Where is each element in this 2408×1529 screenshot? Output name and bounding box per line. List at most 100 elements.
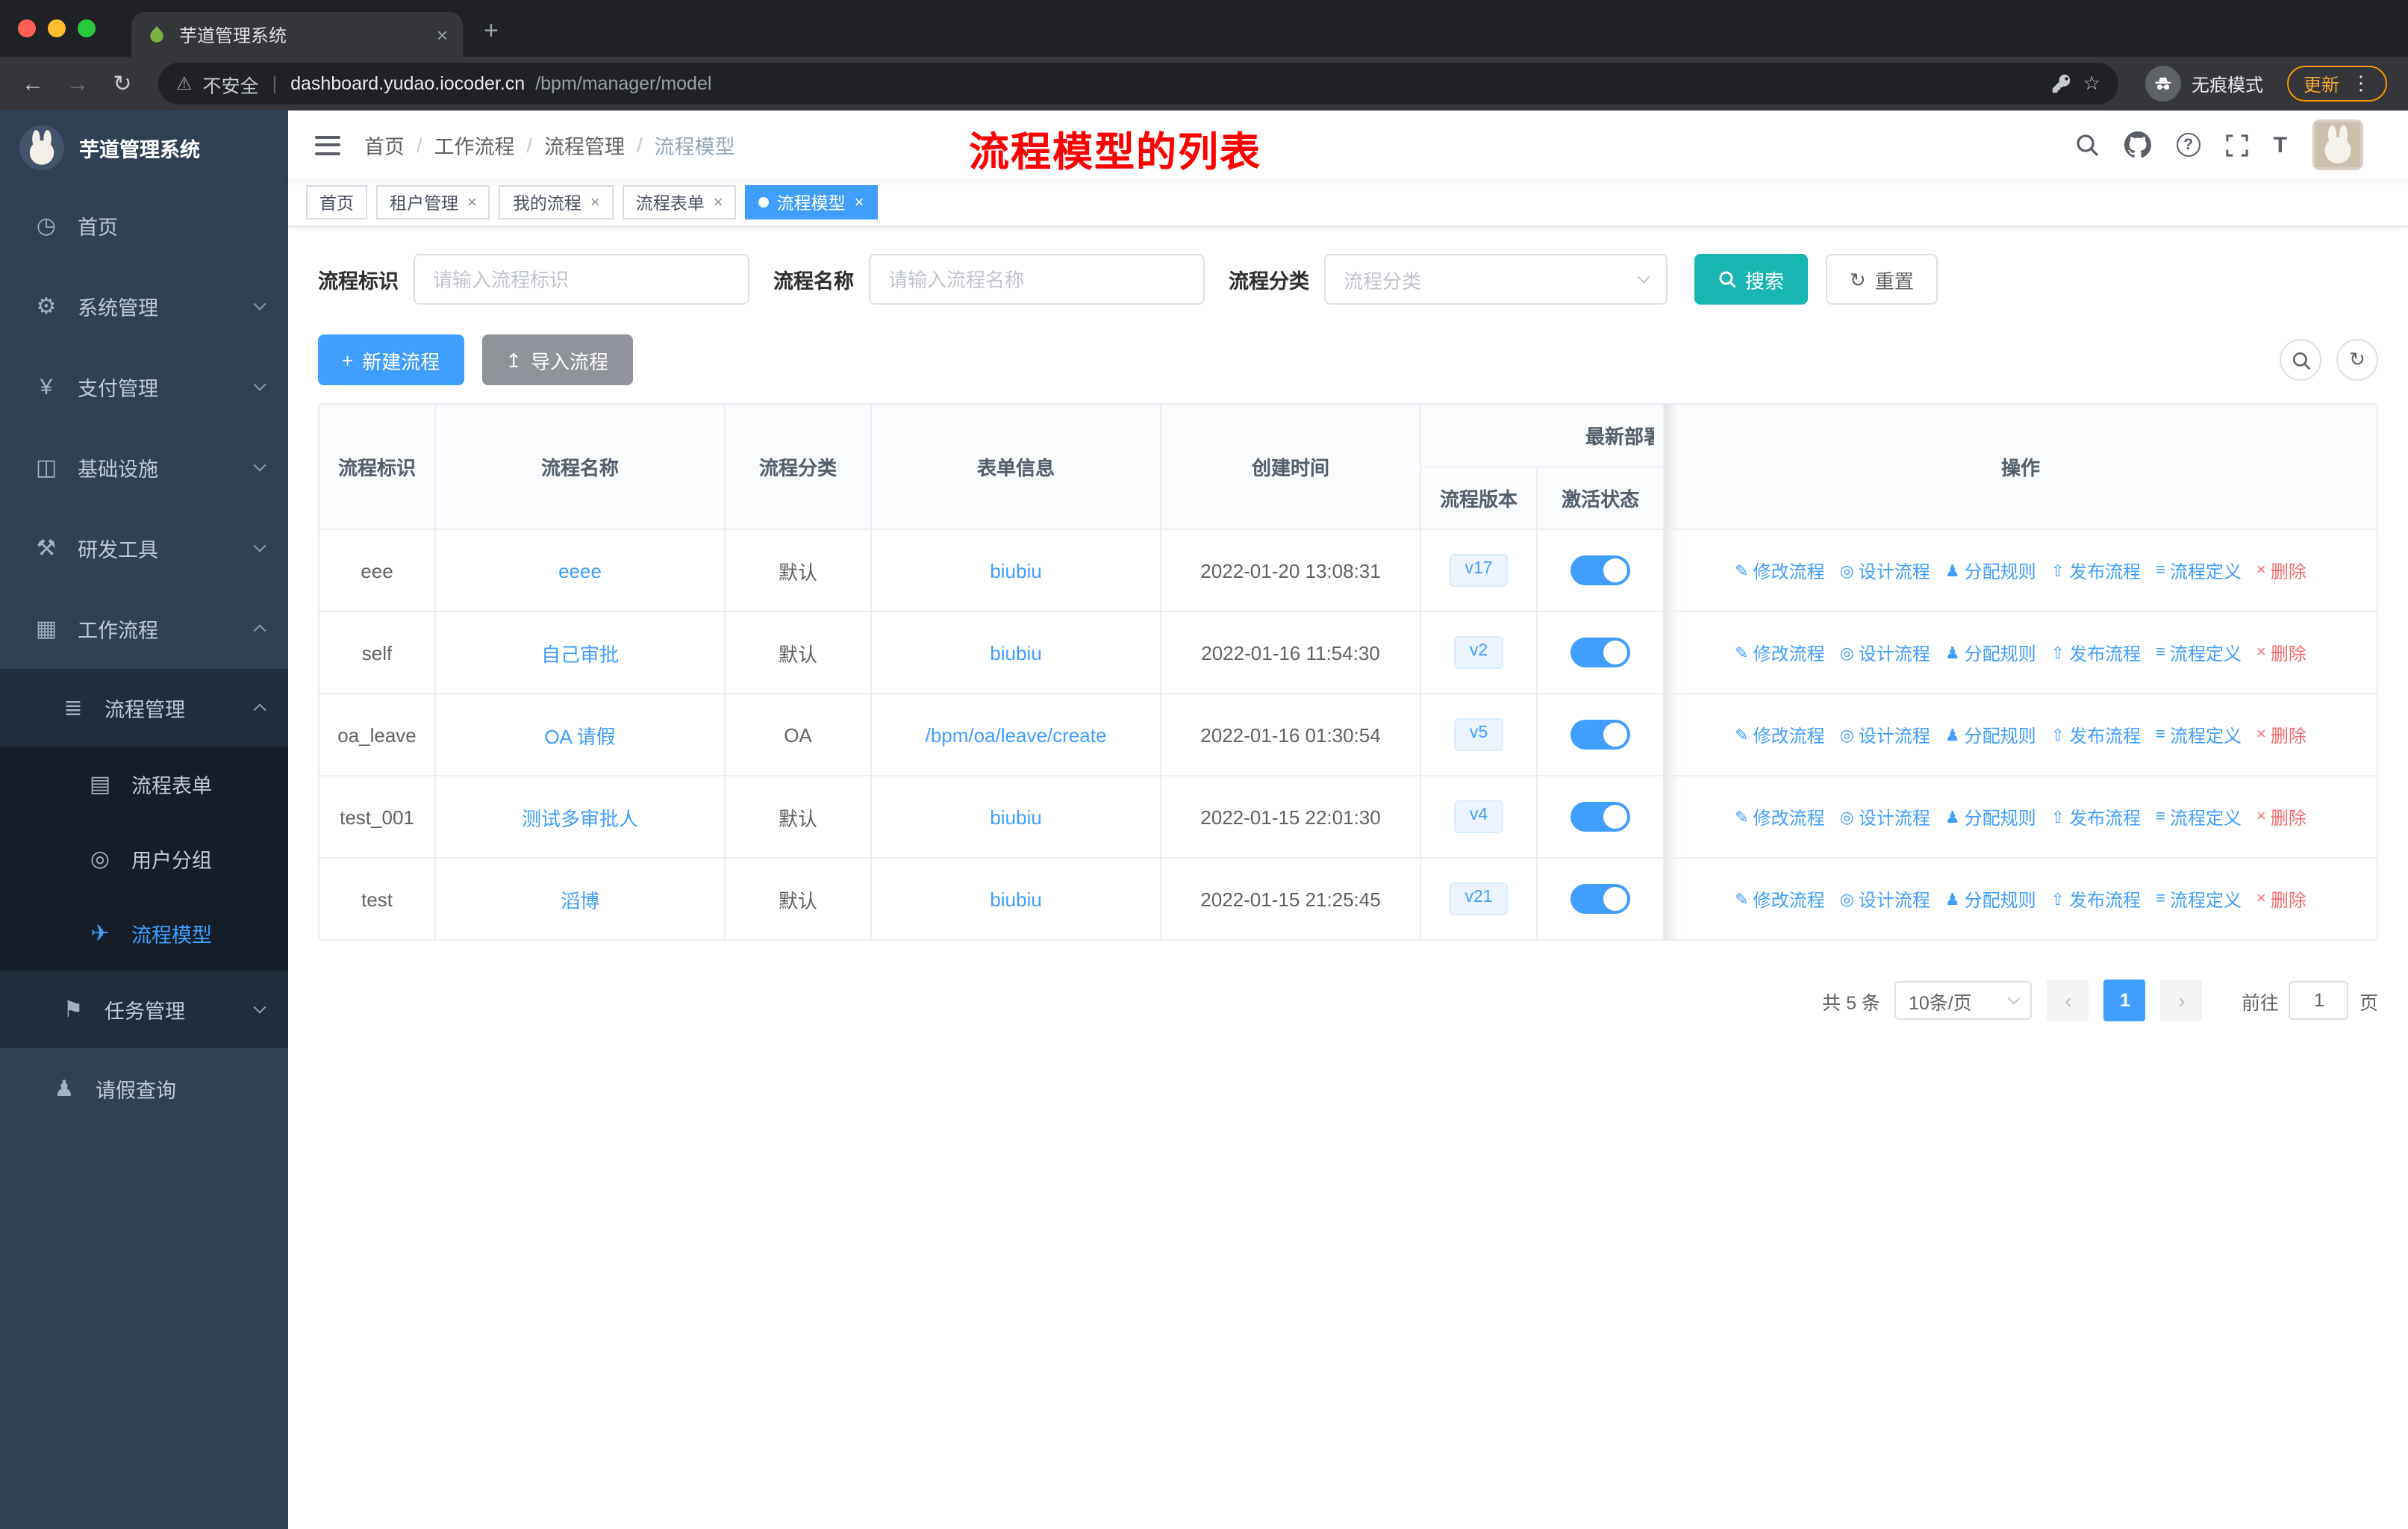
assign-rule-link[interactable]: ♟ 分配规则: [1945, 640, 2036, 665]
active-toggle[interactable]: [1570, 802, 1630, 832]
next-page-button[interactable]: ›: [2160, 980, 2203, 1021]
reset-button[interactable]: ↻ 重置: [1826, 254, 1938, 305]
flow-definition-link[interactable]: ≡ 流程定义: [2156, 640, 2242, 665]
browser-tab[interactable]: 芋道管理系统 ×: [131, 12, 463, 57]
github-icon[interactable]: [2124, 131, 2151, 158]
tag-process-form[interactable]: 流程表单 ×: [622, 185, 737, 219]
menu-fold-icon[interactable]: [315, 135, 340, 155]
new-tab-button[interactable]: +: [484, 16, 499, 46]
publish-flow-link[interactable]: ⇧ 发布流程: [2051, 722, 2141, 747]
page-number-button[interactable]: 1: [2103, 980, 2146, 1021]
delete-link[interactable]: × 删除: [2256, 558, 2306, 583]
tag-process-model[interactable]: 流程模型 ×: [745, 185, 878, 219]
breadcrumb-item-home[interactable]: 首页: [364, 130, 405, 160]
goto-page-input[interactable]: [2289, 981, 2349, 1020]
app-logo[interactable]: 芋道管理系统: [0, 110, 288, 185]
sidebar-item-leave-query[interactable]: ♟ 请假查询: [0, 1048, 288, 1129]
form-info-link[interactable]: biubiu: [990, 641, 1041, 664]
flow-definition-link[interactable]: ≡ 流程定义: [2156, 886, 2242, 912]
process-id-input[interactable]: [414, 254, 749, 305]
close-icon[interactable]: ×: [855, 193, 864, 211]
font-size-icon[interactable]: T: [2274, 132, 2287, 158]
publish-flow-link[interactable]: ⇧ 发布流程: [2051, 804, 2141, 829]
refresh-table-button[interactable]: ↻: [2336, 339, 2378, 381]
edit-flow-link[interactable]: ✎ 修改流程: [1735, 886, 1824, 912]
sidebar-item-process-model[interactable]: ✈ 流程模型: [0, 896, 288, 971]
active-toggle[interactable]: [1570, 884, 1630, 914]
security-label[interactable]: 不安全: [203, 69, 259, 98]
help-icon[interactable]: ?: [2176, 133, 2200, 157]
close-icon[interactable]: ×: [467, 193, 477, 211]
sidebar-item-user-group[interactable]: ◎ 用户分组: [0, 821, 288, 896]
reload-icon[interactable]: ↻: [105, 66, 140, 102]
flow-definition-link[interactable]: ≡ 流程定义: [2156, 558, 2242, 583]
design-flow-link[interactable]: ◎ 设计流程: [1840, 886, 1930, 912]
sidebar-item-process-form[interactable]: ▤ 流程表单: [0, 747, 288, 821]
version-badge[interactable]: v17: [1450, 554, 1508, 587]
form-info-link[interactable]: biubiu: [990, 559, 1041, 582]
publish-flow-link[interactable]: ⇧ 发布流程: [2051, 886, 2141, 912]
password-key-icon[interactable]: [2052, 73, 2073, 94]
close-icon[interactable]: ×: [714, 193, 723, 211]
forward-icon[interactable]: →: [60, 66, 96, 102]
browser-update-button[interactable]: 更新 ⋮: [2286, 66, 2387, 102]
sidebar-item-task-management[interactable]: ⚑ 任务管理: [0, 971, 288, 1048]
back-icon[interactable]: ←: [15, 66, 51, 102]
process-name-link[interactable]: 测试多审批人: [522, 807, 638, 829]
page-size-select[interactable]: 10条/页: [1894, 981, 2033, 1020]
edit-flow-link[interactable]: ✎ 修改流程: [1735, 722, 1824, 747]
fullscreen-icon[interactable]: [2226, 134, 2248, 156]
tab-close-icon[interactable]: ×: [437, 23, 448, 46]
publish-flow-link[interactable]: ⇧ 发布流程: [2051, 640, 2141, 665]
zoom-window-button[interactable]: [78, 19, 96, 37]
close-window-button[interactable]: [18, 19, 36, 37]
flow-definition-link[interactable]: ≡ 流程定义: [2156, 722, 2242, 747]
sidebar-item-devtools[interactable]: ⚒ 研发工具: [0, 508, 288, 588]
toggle-search-button[interactable]: [2280, 339, 2321, 381]
design-flow-link[interactable]: ◎ 设计流程: [1840, 722, 1930, 747]
sidebar-item-home[interactable]: ◷ 首页: [0, 185, 288, 266]
active-toggle[interactable]: [1570, 720, 1630, 750]
delete-link[interactable]: × 删除: [2256, 804, 2306, 829]
process-name-input[interactable]: [869, 254, 1205, 305]
process-name-link[interactable]: OA 请假: [544, 725, 615, 747]
delete-link[interactable]: × 删除: [2256, 722, 2306, 747]
assign-rule-link[interactable]: ♟ 分配规则: [1945, 722, 2036, 747]
import-flow-button[interactable]: ↥ 导入流程: [481, 334, 633, 385]
active-toggle[interactable]: [1570, 555, 1630, 585]
version-badge[interactable]: v4: [1454, 800, 1503, 833]
bookmark-star-icon[interactable]: ☆: [2083, 72, 2100, 96]
sidebar-item-workflow[interactable]: ▦ 工作流程: [0, 588, 288, 669]
assign-rule-link[interactable]: ♟ 分配规则: [1945, 886, 2036, 912]
create-flow-button[interactable]: + 新建流程: [318, 334, 464, 385]
prev-page-button[interactable]: ‹: [2047, 980, 2089, 1021]
design-flow-link[interactable]: ◎ 设计流程: [1840, 558, 1930, 583]
form-info-link[interactable]: /bpm/oa/leave/create: [926, 723, 1107, 746]
form-info-link[interactable]: biubiu: [990, 888, 1041, 910]
flow-definition-link[interactable]: ≡ 流程定义: [2156, 804, 2242, 829]
design-flow-link[interactable]: ◎ 设计流程: [1840, 804, 1930, 829]
design-flow-link[interactable]: ◎ 设计流程: [1840, 640, 1930, 665]
process-name-link[interactable]: 滔博: [561, 889, 599, 912]
tag-my-process[interactable]: 我的流程 ×: [499, 185, 614, 219]
browser-menu-icon[interactable]: ⋮: [2351, 72, 2371, 96]
breadcrumb-item-workflow[interactable]: 工作流程: [434, 130, 515, 160]
version-badge[interactable]: v5: [1454, 718, 1503, 751]
delete-link[interactable]: × 删除: [2256, 886, 2306, 912]
edit-flow-link[interactable]: ✎ 修改流程: [1735, 804, 1824, 829]
minimize-window-button[interactable]: [48, 19, 66, 37]
sidebar-item-process-management[interactable]: ≣ 流程管理: [0, 669, 288, 747]
tag-home[interactable]: 首页: [306, 185, 367, 219]
form-info-link[interactable]: biubiu: [990, 806, 1041, 828]
active-toggle[interactable]: [1570, 638, 1630, 667]
close-icon[interactable]: ×: [590, 193, 600, 211]
address-bar[interactable]: ⚠ 不安全 | dashboard.yudao.iocoder.cn /bpm/…: [158, 63, 2118, 105]
sidebar-item-infrastructure[interactable]: ◫ 基础设施: [0, 427, 288, 508]
search-button[interactable]: 搜索: [1694, 254, 1809, 305]
assign-rule-link[interactable]: ♟ 分配规则: [1945, 558, 2036, 583]
sidebar-item-system-management[interactable]: ⚙ 系统管理: [0, 266, 288, 346]
delete-link[interactable]: × 删除: [2256, 640, 2306, 665]
edit-flow-link[interactable]: ✎ 修改流程: [1735, 640, 1824, 665]
search-icon[interactable]: [2075, 133, 2099, 157]
assign-rule-link[interactable]: ♟ 分配规则: [1945, 804, 2036, 829]
